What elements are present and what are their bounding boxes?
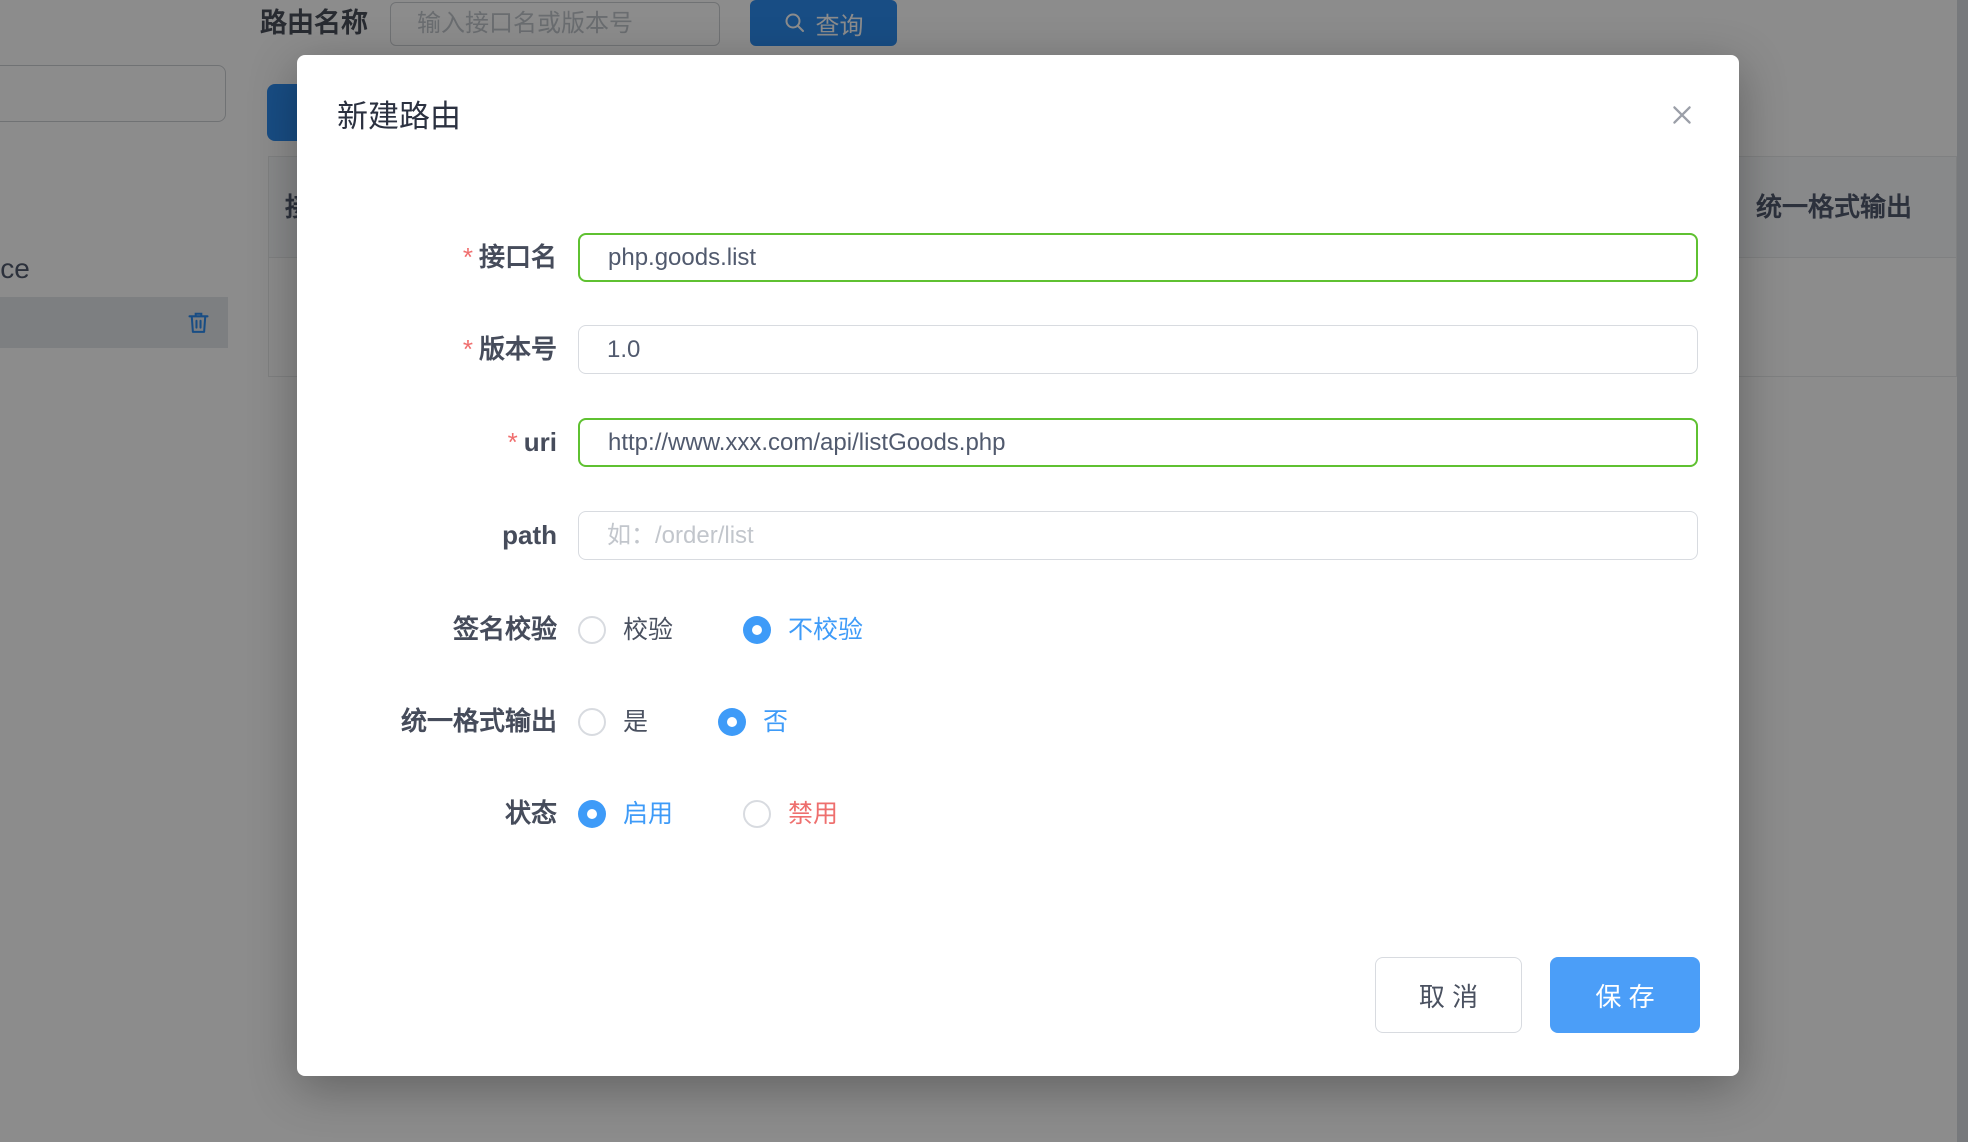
radio-option-enabled[interactable]: 启用 bbox=[578, 800, 673, 828]
required-mark: * bbox=[463, 242, 473, 272]
uri-label: *uri bbox=[297, 418, 557, 467]
radio-yes-label[interactable]: 是 bbox=[623, 708, 648, 736]
status-label: 状态 bbox=[297, 789, 557, 838]
unified-output-label-text: 统一格式输出 bbox=[401, 706, 557, 736]
radio-disabled-icon[interactable] bbox=[743, 800, 771, 828]
radio-disabled-label[interactable]: 禁用 bbox=[788, 800, 838, 828]
status-radio-group: 启用 禁用 bbox=[578, 789, 838, 838]
close-icon[interactable] bbox=[1667, 101, 1697, 131]
form-row-version: *版本号 bbox=[297, 325, 1739, 374]
radio-option-verify[interactable]: 校验 bbox=[578, 616, 673, 644]
sign-check-label: 签名校验 bbox=[297, 605, 557, 654]
path-label-text: path bbox=[502, 520, 557, 550]
version-input[interactable] bbox=[578, 325, 1698, 374]
cancel-button[interactable]: 取 消 bbox=[1375, 957, 1522, 1033]
required-mark: * bbox=[508, 427, 518, 457]
radio-no-verify-label[interactable]: 不校验 bbox=[788, 616, 863, 644]
status-label-text: 状态 bbox=[505, 798, 557, 828]
version-label: *版本号 bbox=[297, 325, 557, 374]
api-name-input[interactable] bbox=[578, 233, 1698, 282]
api-name-label: *接口名 bbox=[297, 233, 557, 282]
radio-no-icon[interactable] bbox=[718, 708, 746, 736]
save-button[interactable]: 保 存 bbox=[1550, 957, 1700, 1033]
path-input[interactable] bbox=[578, 511, 1698, 560]
radio-option-no-verify[interactable]: 不校验 bbox=[743, 616, 863, 644]
radio-no-label[interactable]: 否 bbox=[763, 708, 788, 736]
path-label: path bbox=[297, 511, 557, 560]
new-route-dialog: 新建路由 *接口名 *版本号 *uri bbox=[297, 55, 1739, 1076]
form-row-path: path bbox=[297, 511, 1739, 560]
form-row-unified-output: 统一格式输出 是 否 bbox=[297, 697, 1739, 746]
radio-verify-icon[interactable] bbox=[578, 616, 606, 644]
unified-output-label: 统一格式输出 bbox=[297, 697, 557, 746]
radio-enabled-label[interactable]: 启用 bbox=[623, 800, 673, 828]
version-label-text: 版本号 bbox=[479, 334, 557, 364]
sign-check-label-text: 签名校验 bbox=[453, 614, 557, 644]
dialog-title: 新建路由 bbox=[337, 99, 461, 135]
sign-check-radio-group: 校验 不校验 bbox=[578, 605, 863, 654]
uri-input[interactable] bbox=[578, 418, 1698, 467]
api-name-label-text: 接口名 bbox=[479, 242, 557, 272]
required-mark: * bbox=[463, 334, 473, 364]
radio-option-disabled[interactable]: 禁用 bbox=[743, 800, 838, 828]
radio-enabled-icon[interactable] bbox=[578, 800, 606, 828]
unified-output-radio-group: 是 否 bbox=[578, 697, 788, 746]
uri-label-text: uri bbox=[524, 427, 557, 457]
form-row-status: 状态 启用 禁用 bbox=[297, 789, 1739, 838]
radio-no-verify-icon[interactable] bbox=[743, 616, 771, 644]
form-row-uri: *uri bbox=[297, 418, 1739, 467]
radio-verify-label[interactable]: 校验 bbox=[623, 616, 673, 644]
radio-option-yes[interactable]: 是 bbox=[578, 708, 648, 736]
form-row-api-name: *接口名 bbox=[297, 233, 1739, 282]
radio-yes-icon[interactable] bbox=[578, 708, 606, 736]
radio-option-no[interactable]: 否 bbox=[718, 708, 788, 736]
app-root: 路由名称 查询 接口名 统一格式输出 ice bbox=[0, 0, 1968, 1142]
form-row-sign-check: 签名校验 校验 不校验 bbox=[297, 605, 1739, 654]
